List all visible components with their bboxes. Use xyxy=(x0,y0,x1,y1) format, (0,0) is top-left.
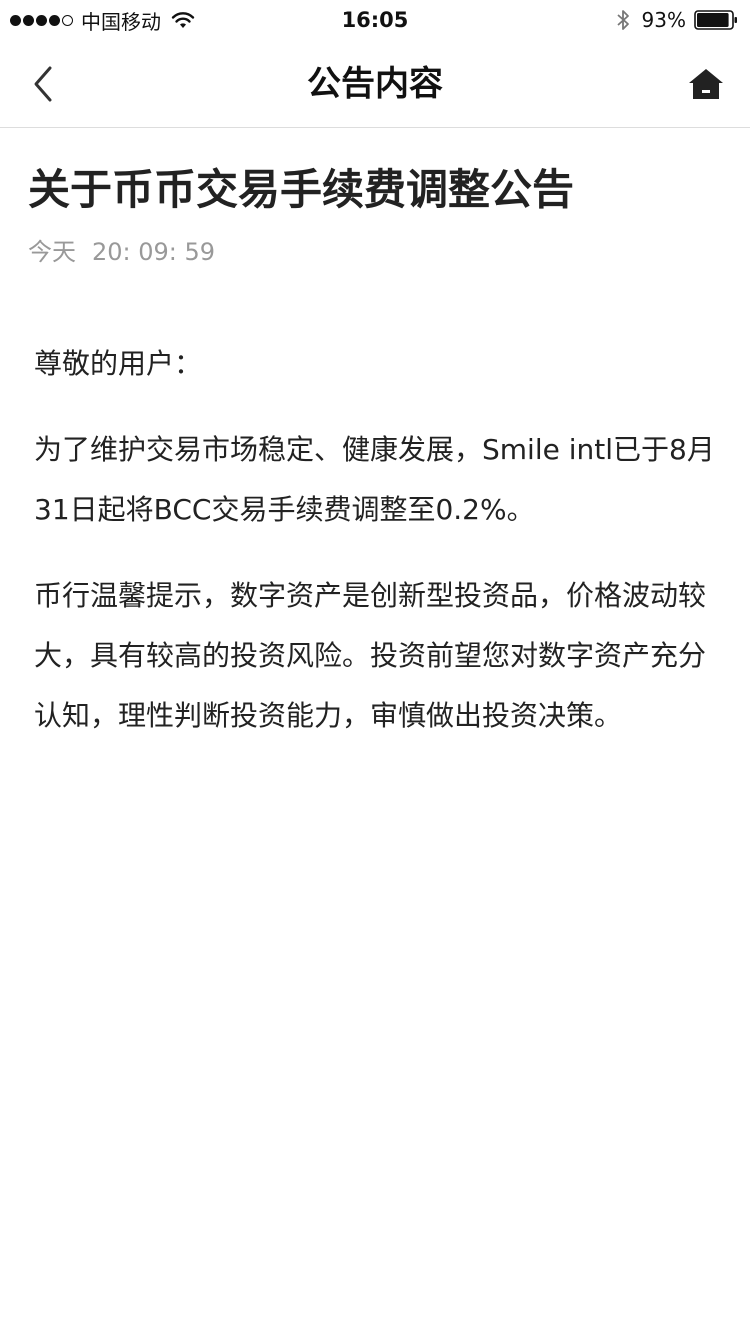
article-paragraph: 币行温馨提示，数字资产是创新型投资品，价格波动较大，具有较高的投资风险。投资前望… xyxy=(34,579,707,732)
article-time: 20: 09: 59 xyxy=(92,238,216,266)
article-paragraph: 为了维护交易市场稳定、健康发展，Smile intl已于8月31日起将BCC交易… xyxy=(34,433,715,526)
bluetooth-icon xyxy=(616,10,629,30)
status-right: 93% xyxy=(616,7,738,33)
home-icon xyxy=(689,69,723,99)
article-timestamp: 今天 20: 09: 59 xyxy=(28,236,722,268)
article-date: 今天 xyxy=(28,238,76,266)
status-bar: 中国移动 16:05 93% xyxy=(0,0,750,40)
home-button[interactable] xyxy=(682,60,730,108)
article-title: 关于币币交易手续费调整公告 xyxy=(28,165,575,214)
battery-percentage: 93% xyxy=(641,8,686,32)
nav-bar: 公告内容 xyxy=(0,40,750,128)
article-greeting: 尊敬的用户： xyxy=(34,347,203,380)
page-title: 公告内容 xyxy=(307,64,443,104)
battery-icon xyxy=(694,10,737,30)
article-body: 尊敬的用户： 为了维护交易市场稳定、健康发展，Smile intl已于8月31日… xyxy=(28,334,722,746)
announcement-article: 关于币币交易手续费调整公告 今天 20: 09: 59 尊敬的用户： 为了维护交易… xyxy=(28,160,722,772)
